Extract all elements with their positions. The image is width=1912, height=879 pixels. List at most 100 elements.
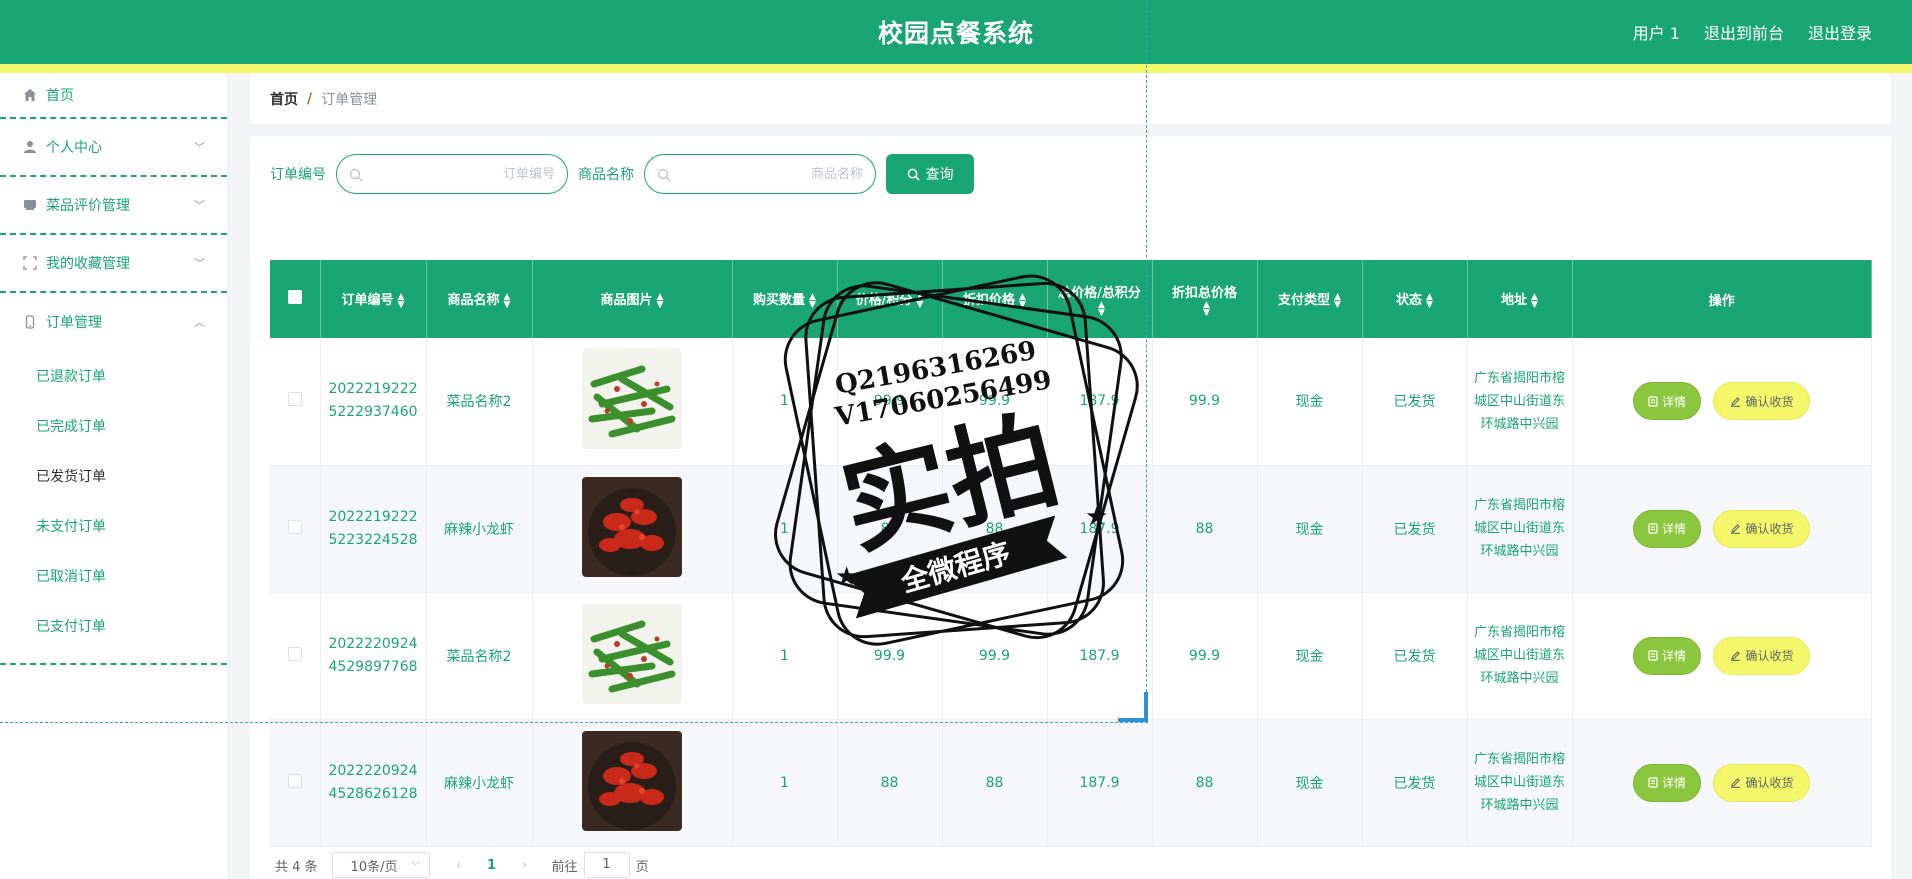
submenu-refunded-orders[interactable]: 已退款订单	[0, 351, 227, 401]
edit-icon	[1731, 651, 1741, 661]
goto-page-input[interactable]: 1	[583, 852, 630, 878]
product-name-cell: 菜品名称2	[426, 592, 533, 720]
confirm-receipt-button[interactable]: 确认收货	[1713, 509, 1811, 548]
col-price[interactable]: 价格/积分 ▲ ▼	[837, 260, 943, 338]
col-actions: 操作	[1572, 260, 1872, 338]
table-row: 2022220924 4528626128 麻辣小龙虾 1 88 88 187.9…	[270, 719, 1872, 847]
selection-corner-handle[interactable]	[1118, 692, 1148, 722]
sort-icon: ▲ ▼	[1019, 291, 1026, 310]
price-cell: 88	[837, 719, 943, 847]
confirm-receipt-button[interactable]: 确认收货	[1713, 382, 1811, 421]
address-cell: 广东省揭阳市榕城区中山街道东环城路中兴园	[1467, 465, 1573, 593]
breadcrumb-home[interactable]: 首页	[270, 89, 298, 109]
order-no-cell: 2022220924 4529897768	[320, 592, 427, 720]
submenu-completed-orders[interactable]: 已完成订单	[0, 401, 227, 451]
submenu-shipped-orders[interactable]: 已发货订单	[0, 451, 227, 501]
col-status[interactable]: 状态 ▲ ▼	[1362, 260, 1468, 338]
sidebar-item-my-collection[interactable]: 我的收藏管理 ﹀	[0, 235, 227, 293]
collection-icon	[22, 255, 38, 271]
col-address[interactable]: 地址 ▲ ▼	[1467, 260, 1573, 338]
current-page-number[interactable]: 1	[474, 858, 510, 873]
chevron-down-icon: ﹀	[194, 199, 205, 212]
sidebar-item-home[interactable]: 首页	[0, 73, 227, 119]
sidebar-item-label: 个人中心	[46, 140, 102, 156]
pay-type-cell: 现金	[1257, 719, 1363, 847]
row-select-cell	[270, 465, 321, 593]
table-row: 2022219222 5222937460 菜品名称2 1 99.9 99.9 1…	[270, 338, 1872, 466]
discount-price-cell: 88	[942, 719, 1048, 847]
back-to-front-link[interactable]: 退出到前台	[1704, 20, 1784, 44]
sidebar-item-label: 我的收藏管理	[46, 256, 130, 272]
status-cell: 已发货	[1362, 465, 1468, 593]
col-pay-type[interactable]: 支付类型 ▲ ▼	[1257, 260, 1363, 338]
sidebar-item-label: 菜品评价管理	[46, 198, 130, 214]
pay-type-cell: 现金	[1257, 338, 1363, 466]
sort-icon: ▲ ▼	[397, 291, 405, 310]
row-checkbox[interactable]	[287, 519, 302, 534]
user-icon	[22, 139, 38, 155]
prev-page-button[interactable]: ‹	[444, 858, 474, 873]
selection-guide-vertical	[1146, 0, 1147, 722]
col-total-price[interactable]: 总价格/总积分▲ ▼	[1047, 260, 1153, 338]
submenu-unpaid-orders[interactable]: 未支付订单	[0, 501, 227, 551]
actions-cell: 详情 确认收货	[1572, 338, 1872, 466]
address-cell: 广东省揭阳市榕城区中山街道东环城路中兴园	[1467, 592, 1573, 720]
detail-button[interactable]: 详情	[1633, 763, 1702, 802]
logout-link[interactable]: 退出登录	[1808, 20, 1872, 44]
row-checkbox[interactable]	[287, 646, 302, 661]
order-no-cell: 2022220924 4528626128	[320, 719, 427, 847]
order-no-search-field[interactable]	[336, 154, 568, 194]
submenu-paid-orders[interactable]: 已支付订单	[0, 601, 227, 651]
breadcrumb: 首页 / 订单管理	[250, 73, 1891, 124]
order-no-input[interactable]	[369, 166, 555, 182]
goto-prefix: 前往	[551, 859, 578, 875]
product-image-cell	[532, 592, 733, 720]
sidebar: 首页 个人中心 ﹀ 菜品评价管理 ﹀ 我的收藏管理 ﹀ 订单管理 ︿ 已退款订单…	[0, 73, 227, 879]
table-row: 2022220924 4529897768 菜品名称2 1 99.9 99.9 1…	[270, 592, 1872, 720]
user-link[interactable]: 用户 1	[1633, 20, 1680, 44]
search-icon	[907, 168, 920, 181]
submenu-cancelled-orders[interactable]: 已取消订单	[0, 551, 227, 601]
col-product-name[interactable]: 商品名称 ▲ ▼	[426, 260, 533, 338]
sidebar-item-personal-center[interactable]: 个人中心 ﹀	[0, 119, 227, 177]
detail-button[interactable]: 详情	[1633, 509, 1702, 548]
total-price-cell: 187.9	[1047, 719, 1153, 847]
document-icon	[1648, 523, 1658, 534]
selection-guide-horizontal	[0, 722, 1148, 723]
phone-icon	[22, 314, 38, 330]
query-button[interactable]: 查询	[886, 154, 974, 194]
pay-type-cell: 现金	[1257, 592, 1363, 720]
row-select-cell	[270, 592, 321, 720]
detail-button[interactable]: 详情	[1633, 636, 1702, 675]
col-product-image[interactable]: 商品图片 ▲ ▼	[532, 260, 733, 338]
row-checkbox[interactable]	[287, 392, 302, 407]
col-quantity[interactable]: 购买数量 ▲ ▼	[732, 260, 838, 338]
page-size-select[interactable]: 10条/页 ﹀	[331, 852, 430, 878]
sidebar-item-dish-review[interactable]: 菜品评价管理 ﹀	[0, 177, 227, 235]
product-name-input[interactable]	[677, 166, 863, 182]
total-count: 共 4 条	[275, 859, 318, 875]
sort-icon: ▲ ▼	[1334, 291, 1341, 310]
discount-total-cell: 88	[1152, 465, 1258, 593]
order-no-label: 订单编号	[270, 167, 326, 183]
col-order-no[interactable]: 订单编号 ▲ ▼	[320, 260, 427, 338]
quantity-cell: 1	[732, 338, 838, 466]
chevron-down-icon: ﹀	[194, 257, 205, 270]
product-name-search-field[interactable]	[644, 154, 876, 194]
search-icon	[657, 167, 671, 182]
home-icon	[22, 87, 38, 103]
col-discount-total[interactable]: 折扣总价格 ▲ ▼	[1152, 260, 1258, 338]
confirm-receipt-button[interactable]: 确认收货	[1713, 763, 1811, 802]
sort-icon: ▲ ▼	[1426, 291, 1433, 310]
search-bar: 订单编号 商品名称 查询	[270, 154, 974, 194]
col-discount-price[interactable]: 折扣价格 ▲ ▼	[942, 260, 1048, 338]
select-all-checkbox[interactable]	[287, 290, 302, 304]
confirm-receipt-button[interactable]: 确认收货	[1713, 636, 1811, 675]
row-checkbox[interactable]	[287, 773, 302, 788]
sidebar-item-order-management[interactable]: 订单管理 ︿	[0, 293, 227, 351]
next-page-button[interactable]: ›	[510, 858, 540, 873]
detail-button[interactable]: 详情	[1633, 382, 1702, 421]
quantity-cell: 1	[732, 465, 838, 593]
product-name-label: 商品名称	[578, 167, 634, 183]
orders-table: 订单编号 ▲ ▼ 商品名称 ▲ ▼ 商品图片 ▲ ▼ 购买数量 ▲ ▼ 价格/积分 ▲ ▼ 折扣价格…	[270, 260, 1872, 847]
